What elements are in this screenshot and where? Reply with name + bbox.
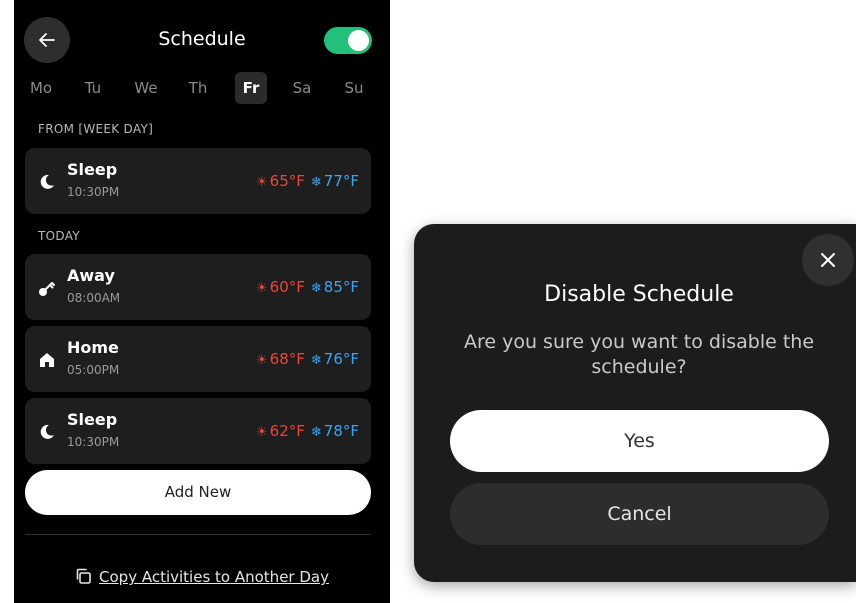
activity-name: Home bbox=[67, 338, 119, 357]
dialog-title: Disable Schedule bbox=[544, 282, 734, 307]
activity-card[interactable]: Sleep 10:30PM ☀ 62°F ❄ 78°F bbox=[25, 398, 371, 464]
activity-name: Sleep bbox=[67, 410, 118, 429]
header: Schedule bbox=[14, 0, 390, 82]
sun-icon: ☀ bbox=[256, 175, 268, 190]
activity-name: Away bbox=[67, 266, 115, 285]
day-selector: Mo Tu We Th Fr Sa Su bbox=[14, 72, 390, 106]
sun-icon: ☀ bbox=[256, 281, 268, 296]
snowflake-icon: ❄ bbox=[310, 425, 322, 440]
copy-icon bbox=[76, 568, 91, 584]
sun-icon: ☀ bbox=[256, 353, 268, 368]
activity-temps: ☀ 60°F ❄ 85°F bbox=[256, 278, 359, 296]
day-th[interactable]: Th bbox=[182, 72, 214, 104]
close-icon bbox=[821, 253, 835, 267]
activity-card[interactable]: Away 08:00AM ☀ 60°F ❄ 85°F bbox=[25, 254, 371, 320]
activity-card[interactable]: Home 05:00PM ☀ 68°F ❄ 76°F bbox=[25, 326, 371, 392]
activity-card[interactable]: Sleep 10:30PM ☀ 65°F ❄ 77°F bbox=[25, 148, 371, 214]
sun-icon: ☀ bbox=[256, 425, 268, 440]
day-mo[interactable]: Mo bbox=[25, 72, 57, 104]
heat-setpoint: ☀ 65°F bbox=[256, 172, 305, 190]
activity-temps: ☀ 68°F ❄ 76°F bbox=[256, 350, 359, 368]
cool-setpoint: ❄ 78°F bbox=[310, 422, 359, 440]
add-new-button[interactable]: Add New bbox=[25, 470, 371, 515]
activity-name: Sleep bbox=[67, 160, 118, 179]
cancel-button[interactable]: Cancel bbox=[450, 483, 829, 545]
snowflake-icon: ❄ bbox=[310, 281, 322, 296]
key-icon bbox=[39, 282, 55, 296]
activity-time: 08:00AM bbox=[67, 291, 121, 305]
schedule-screen: Schedule Mo Tu We Th Fr Sa Su FROM [WEEK… bbox=[14, 0, 390, 603]
snowflake-icon: ❄ bbox=[310, 353, 322, 368]
toggle-knob bbox=[348, 30, 369, 51]
copy-activities-link[interactable]: Copy Activities to Another Day bbox=[14, 567, 390, 586]
cool-setpoint: ❄ 77°F bbox=[310, 172, 359, 190]
divider bbox=[25, 534, 371, 535]
yes-button[interactable]: Yes bbox=[450, 410, 829, 472]
close-button[interactable] bbox=[802, 234, 854, 286]
activity-time: 10:30PM bbox=[67, 435, 120, 449]
schedule-toggle[interactable] bbox=[324, 27, 372, 54]
day-we[interactable]: We bbox=[130, 72, 162, 104]
dialog-message: Are you sure you want to disable the sch… bbox=[463, 331, 815, 378]
section-from-label: FROM [WEEK DAY] bbox=[38, 122, 154, 136]
cool-setpoint: ❄ 85°F bbox=[310, 278, 359, 296]
activity-temps: ☀ 62°F ❄ 78°F bbox=[256, 422, 359, 440]
moon-icon bbox=[40, 424, 54, 439]
day-tu[interactable]: Tu bbox=[77, 72, 109, 104]
day-sa[interactable]: Sa bbox=[286, 72, 318, 104]
activity-temps: ☀ 65°F ❄ 77°F bbox=[256, 172, 359, 190]
section-today-label: TODAY bbox=[38, 229, 80, 243]
snowflake-icon: ❄ bbox=[310, 175, 322, 190]
copy-activities-label: Copy Activities to Another Day bbox=[99, 568, 329, 586]
heat-setpoint: ☀ 68°F bbox=[256, 350, 305, 368]
activity-time: 05:00PM bbox=[67, 363, 120, 377]
day-su[interactable]: Su bbox=[338, 72, 370, 104]
activity-time: 10:30PM bbox=[67, 185, 120, 199]
heat-setpoint: ☀ 62°F bbox=[256, 422, 305, 440]
moon-icon bbox=[40, 174, 54, 189]
day-fr[interactable]: Fr bbox=[235, 72, 267, 104]
cool-setpoint: ❄ 76°F bbox=[310, 350, 359, 368]
disable-schedule-dialog: Disable Schedule Are you sure you want t… bbox=[414, 224, 856, 582]
home-icon bbox=[40, 353, 54, 367]
heat-setpoint: ☀ 60°F bbox=[256, 278, 305, 296]
